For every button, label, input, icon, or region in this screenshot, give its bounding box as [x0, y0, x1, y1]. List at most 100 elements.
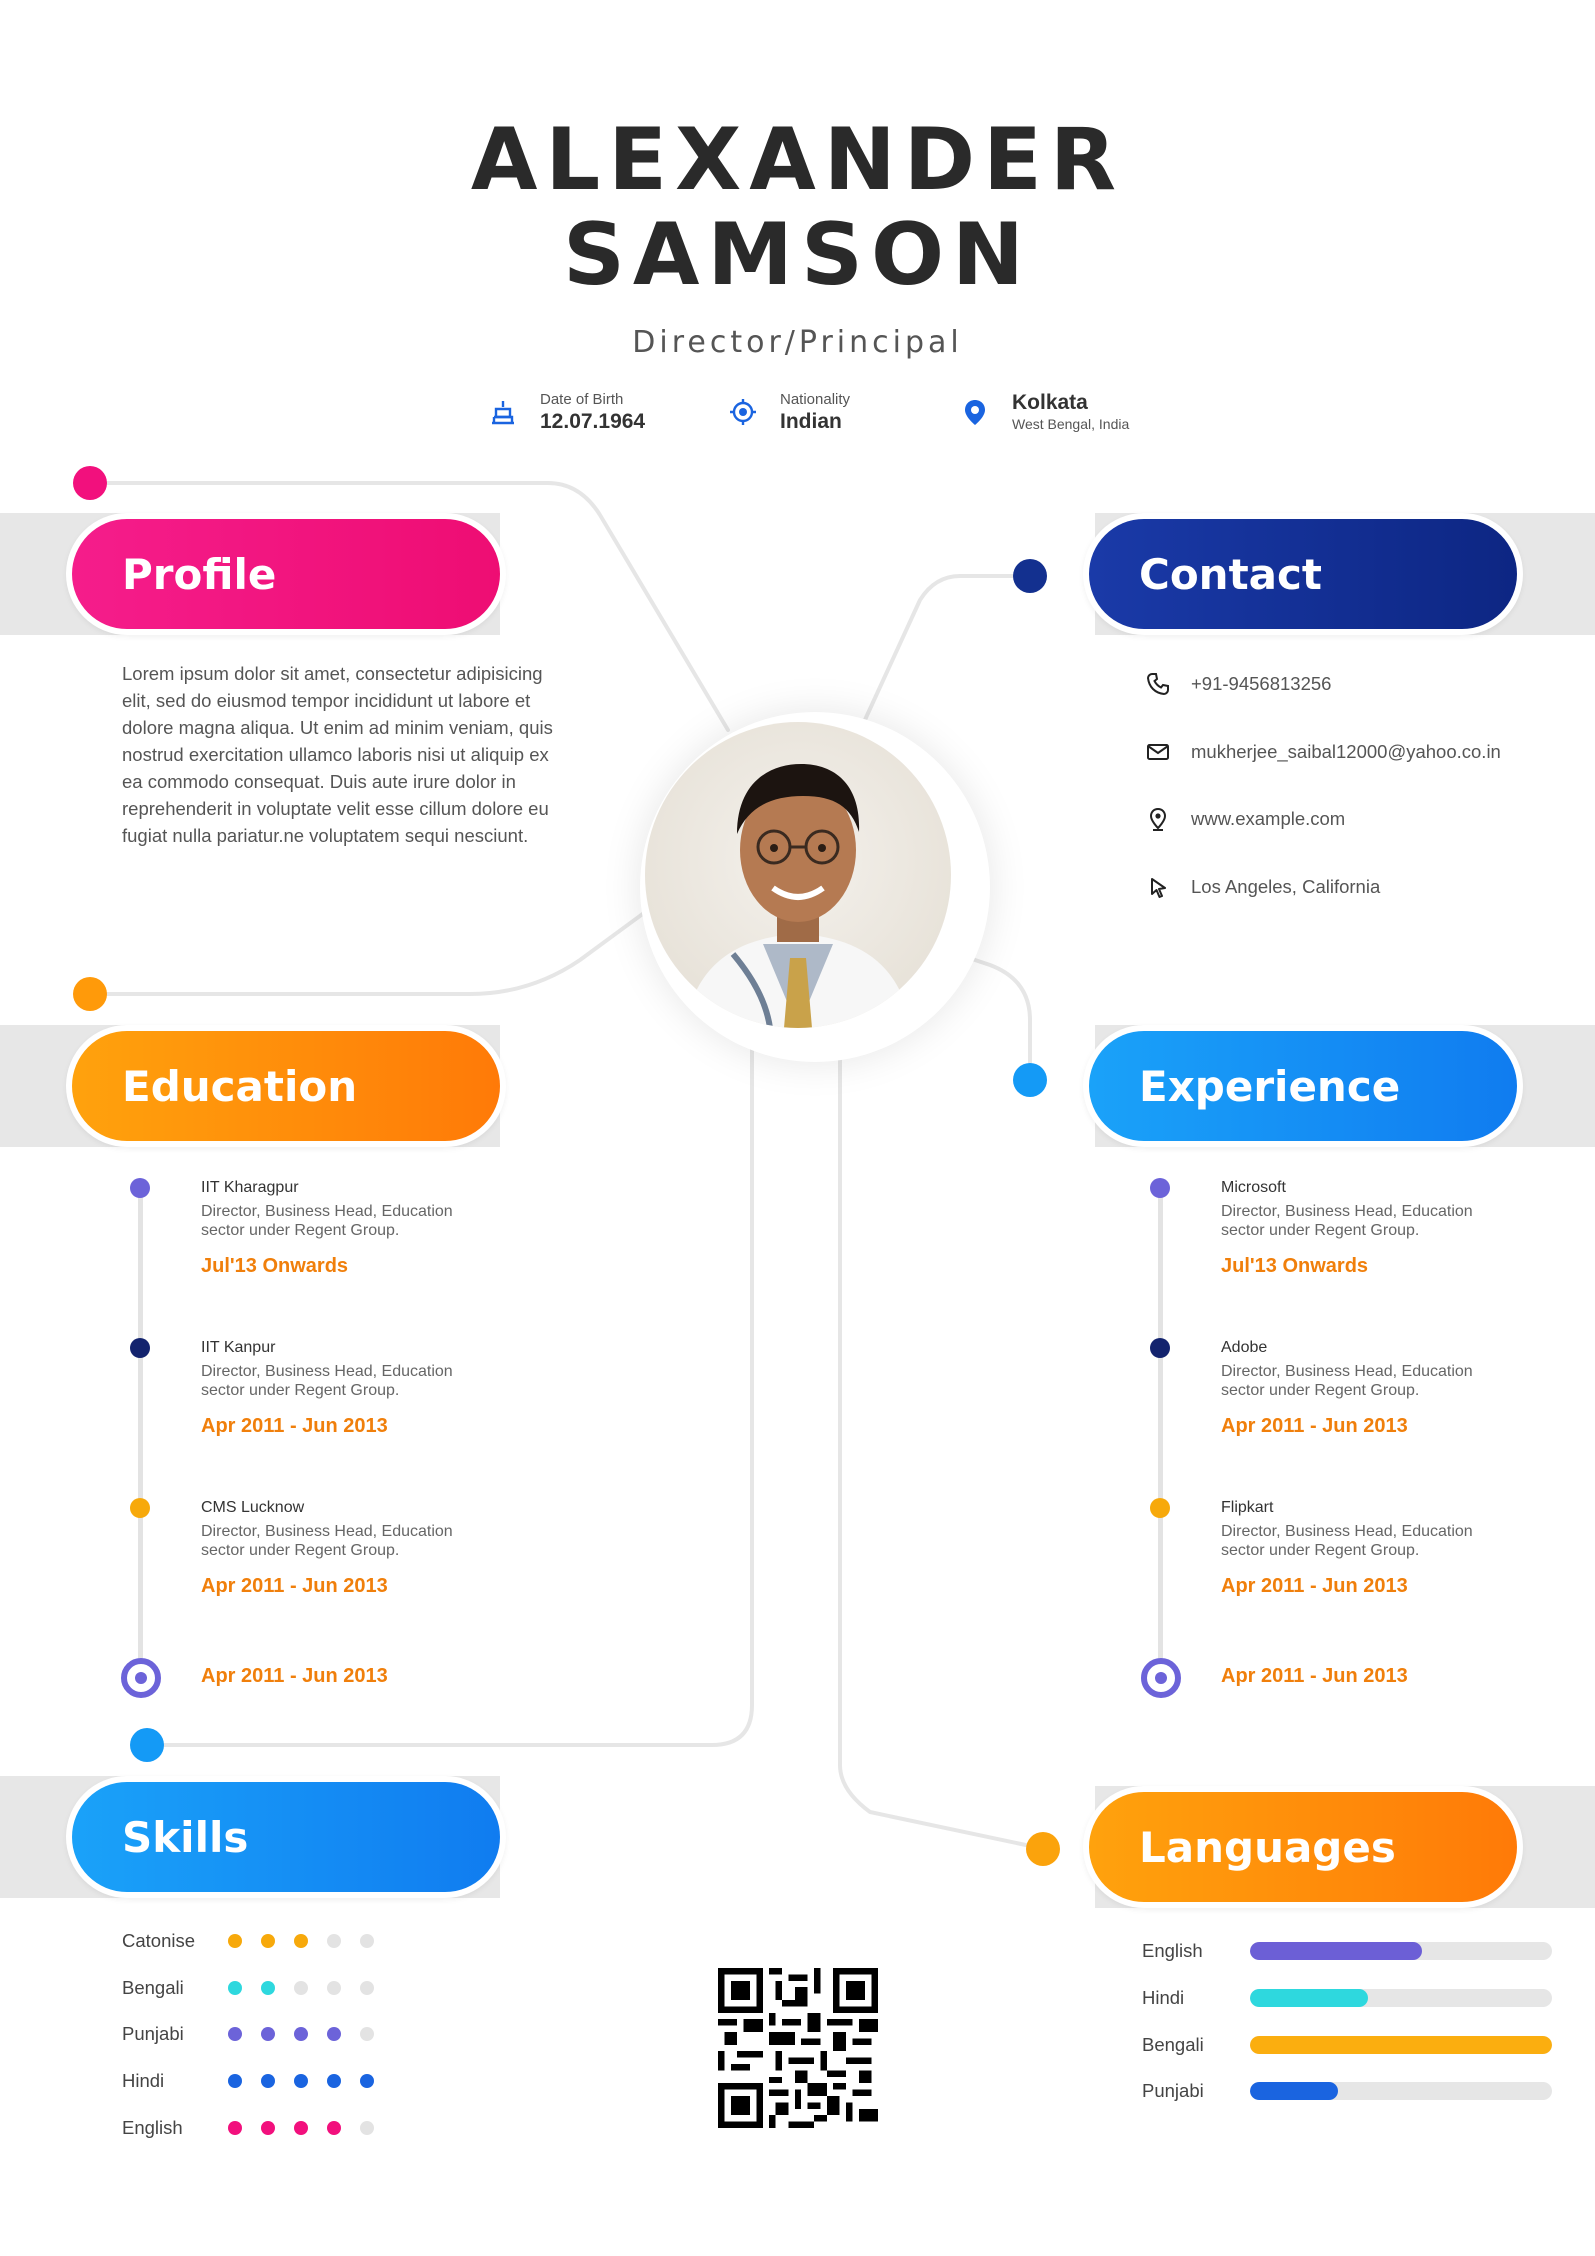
website-text: www.example.com: [1191, 808, 1346, 829]
info-nationality: Nationality Indian: [728, 388, 850, 436]
birthday-cake-icon: [492, 401, 514, 425]
skill-level-dot: [327, 2027, 341, 2041]
contact-email[interactable]: mukherjee_saibal12000@yahoo.co.in: [1145, 735, 1501, 769]
mail-icon: [1147, 744, 1169, 760]
skill-level-dot: [327, 1934, 341, 1948]
education-desc-2: sector under Regent Group.: [201, 1542, 400, 1559]
profile-photo: [645, 722, 951, 1028]
skill-level-dot: [327, 2074, 341, 2088]
language-row: Hindi: [1142, 1984, 1552, 2012]
skill-name: Bengali: [122, 1977, 184, 1998]
language-progress-fill: [1250, 2036, 1552, 2054]
last-name: SAMSON: [562, 205, 1033, 305]
skill-level-dot: [294, 1934, 308, 1948]
language-name: Bengali: [1142, 2034, 1204, 2055]
experience-dot-2: [1150, 1338, 1170, 1358]
skills-title: Skills: [122, 1812, 249, 1862]
languages-title: Languages: [1139, 1822, 1396, 1872]
dob-value: 12.07.1964: [540, 410, 646, 433]
skill-level-dot: [261, 1934, 275, 1948]
profile-heading: Profile: [66, 513, 506, 635]
skill-level-dot: [294, 2027, 308, 2041]
target-icon: [730, 399, 756, 425]
experience-org: Microsoft: [1221, 1179, 1286, 1196]
skill-level-dot: [360, 2121, 374, 2135]
skill-level-dot: [261, 2074, 275, 2088]
skill-level-dot: [294, 1981, 308, 1995]
skills-connector-dot: [130, 1728, 164, 1762]
education-end-marker: [121, 1658, 161, 1698]
languages-connector-dot: [1026, 1832, 1060, 1866]
info-location: Kolkata West Bengal, India: [960, 388, 1129, 436]
skill-name: English: [122, 2117, 183, 2138]
contact-phone[interactable]: +91-9456813256: [1145, 667, 1331, 701]
skill-row: Catonise: [122, 1927, 393, 1955]
map-pin-icon: [965, 400, 985, 425]
education-date: Jul'13 Onwards: [201, 1255, 349, 1277]
skills-heading: Skills: [66, 1776, 506, 1898]
skill-level-dot: [261, 2121, 275, 2135]
skill-level-dot: [327, 1981, 341, 1995]
skill-level-dot: [294, 2074, 308, 2088]
avatar-illustration: [685, 764, 911, 1028]
experience-end-marker: [1141, 1658, 1181, 1698]
nationality-label: Nationality: [780, 391, 851, 408]
location-region: West Bengal, India: [1012, 416, 1130, 432]
experience-item-1: Microsoft Director, Business Head, Educa…: [1221, 1178, 1521, 1278]
language-progress-track: [1250, 1989, 1552, 2007]
profile-title: Profile: [122, 549, 277, 599]
experience-org: Adobe: [1221, 1339, 1268, 1356]
address-text: Los Angeles, California: [1191, 876, 1381, 897]
phone-text: +91-9456813256: [1191, 673, 1332, 694]
contact-connector-dot: [1013, 559, 1047, 593]
profile-connector-dot: [73, 466, 107, 500]
experience-desc: Director, Business Head, Education: [1221, 1203, 1473, 1220]
profile-description: Lorem ipsum dolor sit amet, consectetur …: [122, 663, 553, 846]
education-desc-2: sector under Regent Group.: [201, 1382, 400, 1399]
experience-org: Flipkart: [1221, 1499, 1274, 1516]
skill-level-dot: [360, 1934, 374, 1948]
skill-level-dot: [294, 2121, 308, 2135]
language-progress-fill: [1250, 1989, 1368, 2007]
education-date: Apr 2011 - Jun 2013: [201, 1415, 388, 1437]
skill-row: Punjabi: [122, 2020, 393, 2048]
skill-level-dot: [360, 1981, 374, 1995]
skill-level-dot: [228, 1934, 242, 1948]
experience-timeline-line: [1158, 1188, 1163, 1680]
language-progress-fill: [1250, 2082, 1338, 2100]
education-org: CMS Lucknow: [201, 1499, 305, 1516]
skill-level-dot: [360, 2027, 374, 2041]
education-desc: Director, Business Head, Education: [201, 1203, 453, 1220]
experience-desc: Director, Business Head, Education: [1221, 1363, 1473, 1380]
skill-level-dot: [360, 2074, 374, 2088]
experience-connector-dot: [1013, 1063, 1047, 1097]
education-last-date: Apr 2011 - Jun 2013: [201, 1665, 388, 1687]
skill-row: Bengali: [122, 1974, 393, 2002]
phone-icon: [1146, 673, 1169, 696]
skill-name: Catonise: [122, 1930, 196, 1951]
education-dot-1: [130, 1178, 150, 1198]
contact-address[interactable]: Los Angeles, California: [1145, 870, 1380, 904]
skill-level-dot: [228, 2027, 242, 2041]
dob-label: Date of Birth: [540, 391, 624, 408]
first-name: ALEXANDER: [470, 110, 1125, 210]
experience-date: Apr 2011 - Jun 2013: [1221, 1415, 1408, 1437]
skill-level-dot: [261, 1981, 275, 1995]
location-city: Kolkata: [1012, 391, 1088, 414]
experience-desc-2: sector under Regent Group.: [1221, 1222, 1420, 1239]
info-dob: Date of Birth 12.07.1964: [488, 388, 645, 436]
education-connector-dot: [73, 977, 107, 1011]
education-timeline-line: [138, 1188, 143, 1680]
experience-desc: Director, Business Head, Education: [1221, 1523, 1473, 1540]
cursor-icon: [1151, 878, 1166, 898]
education-desc: Director, Business Head, Education: [201, 1523, 453, 1540]
language-progress-track: [1250, 2082, 1552, 2100]
qr-code: [718, 1968, 878, 2128]
experience-dot-1: [1150, 1178, 1170, 1198]
skill-row: Hindi: [122, 2067, 393, 2095]
education-item-1: IIT Kharagpur Director, Business Head, E…: [201, 1178, 501, 1278]
contact-website[interactable]: www.example.com: [1145, 802, 1345, 836]
skill-name: Punjabi: [122, 2023, 184, 2044]
language-row: Punjabi: [1142, 2077, 1552, 2105]
language-progress-track: [1250, 1942, 1552, 1960]
